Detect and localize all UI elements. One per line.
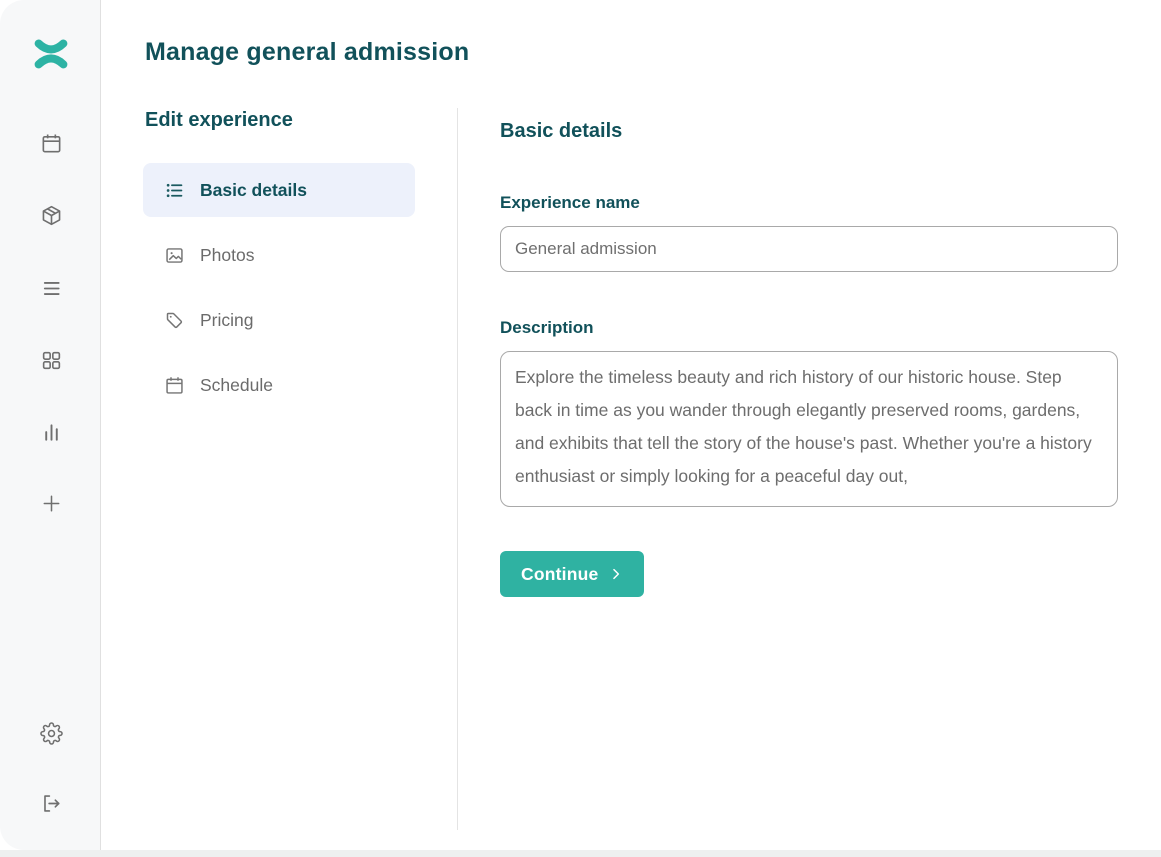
- app-window: Manage general admission Edit experience…: [0, 0, 1161, 850]
- nav-item-basic-details[interactable]: Basic details: [143, 163, 415, 217]
- nav-item-label: Schedule: [200, 375, 273, 396]
- nav-item-label: Basic details: [200, 180, 307, 201]
- continue-button[interactable]: Continue: [500, 551, 644, 597]
- panel-title: Basic details: [500, 120, 622, 143]
- page-title: Manage general admission: [145, 38, 469, 67]
- plus-icon[interactable]: [39, 491, 63, 515]
- brand-logo-icon[interactable]: [32, 34, 70, 77]
- chevron-right-icon: [609, 567, 623, 581]
- experience-name-input[interactable]: [500, 226, 1118, 272]
- edit-experience-heading: Edit experience: [145, 109, 293, 132]
- continue-button-label: Continue: [521, 564, 598, 585]
- experience-name-label: Experience name: [500, 193, 640, 213]
- calendar-icon: [164, 375, 185, 396]
- bar-chart-icon[interactable]: [39, 420, 63, 444]
- nav-item-pricing[interactable]: Pricing: [143, 293, 415, 347]
- grid-icon[interactable]: [39, 348, 63, 372]
- icon-sidebar: [0, 0, 101, 850]
- list-icon[interactable]: [39, 276, 63, 300]
- logout-icon[interactable]: [39, 791, 63, 815]
- image-icon: [164, 245, 185, 266]
- settings-icon[interactable]: [39, 721, 63, 745]
- nav-item-photos[interactable]: Photos: [143, 228, 415, 282]
- nav-item-label: Photos: [200, 245, 254, 266]
- edit-experience-nav: Basic details Photos Pricing: [143, 163, 415, 423]
- description-textarea[interactable]: Explore the timeless beauty and rich his…: [500, 351, 1118, 507]
- calendar-icon[interactable]: [39, 131, 63, 155]
- nav-item-label: Pricing: [200, 310, 254, 331]
- bottom-edge-strip: [0, 850, 1161, 857]
- description-label: Description: [500, 318, 594, 338]
- nav-item-schedule[interactable]: Schedule: [143, 358, 415, 412]
- nav-content-divider: [457, 108, 458, 830]
- package-icon[interactable]: [39, 203, 63, 227]
- tag-icon: [164, 310, 185, 331]
- list-details-icon: [164, 180, 185, 201]
